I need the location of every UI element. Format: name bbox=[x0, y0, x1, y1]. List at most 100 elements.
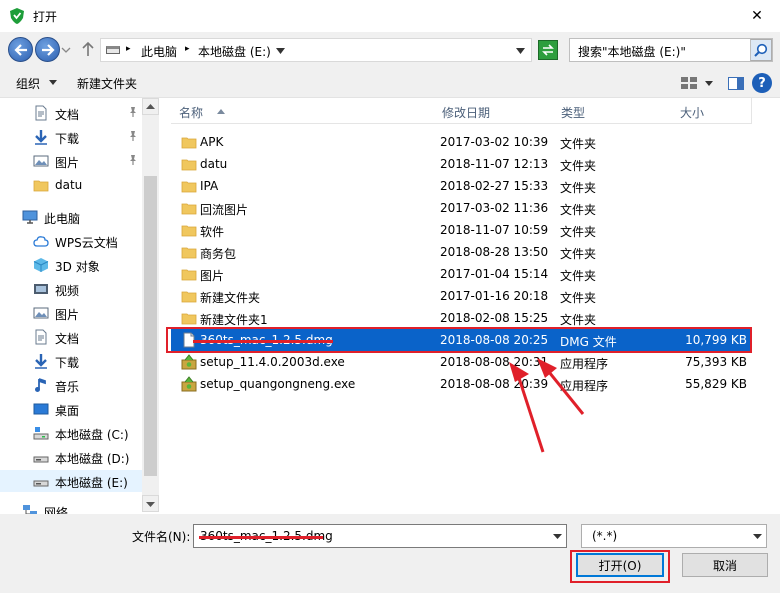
sidebar-item[interactable]: 3D 对象 bbox=[0, 254, 142, 276]
cancel-button[interactable]: 取消 bbox=[682, 553, 768, 577]
preview-pane-icon[interactable] bbox=[728, 77, 744, 90]
chevron-down-icon[interactable] bbox=[61, 45, 71, 55]
folder-icon bbox=[181, 134, 197, 150]
chevron-down-icon bbox=[552, 534, 562, 539]
sidebar-item[interactable]: 视频 bbox=[0, 278, 142, 300]
table-row[interactable]: APK 2017-03-02 10:39 文件夹 bbox=[171, 131, 751, 153]
sidebar-item[interactable]: 文档 bbox=[0, 102, 142, 124]
scroll-down-button[interactable] bbox=[142, 495, 159, 512]
file-size: 55,829 KB bbox=[685, 377, 747, 391]
desktop-icon bbox=[33, 401, 49, 417]
shield-icon bbox=[10, 8, 24, 24]
organize-button[interactable]: 组织 bbox=[16, 75, 40, 92]
music-icon bbox=[33, 377, 49, 393]
file-type: 文件夹 bbox=[560, 291, 597, 305]
table-row[interactable]: 软件 2018-11-07 10:59 文件夹 bbox=[171, 219, 751, 241]
help-icon[interactable]: ? bbox=[752, 73, 772, 93]
filename-history-dropdown[interactable] bbox=[548, 525, 566, 547]
drive-icon bbox=[33, 473, 49, 489]
drive-icon bbox=[33, 449, 49, 465]
sidebar-item[interactable]: WPS云文档 bbox=[0, 230, 142, 252]
address-bar[interactable]: ▸ 此电脑 ▸ 本地磁盘 (E:) bbox=[100, 38, 532, 62]
sidebar-item-label: 文档 bbox=[55, 332, 80, 346]
dialog-footer: 文件名(N): 360ts_mac_1.2.5.dmg (*.*) 打开(O) … bbox=[0, 514, 780, 593]
sidebar-item-label: 图片 bbox=[55, 156, 80, 170]
chevron-down-icon bbox=[146, 501, 155, 507]
table-row[interactable]: setup_11.4.0.2003d.exe 2018-08-08 20:31 应用… bbox=[171, 351, 751, 373]
sidebar-item[interactable]: 文档 bbox=[0, 326, 142, 348]
sidebar-item[interactable]: 桌面 bbox=[0, 398, 142, 420]
chevron-down-icon[interactable] bbox=[49, 79, 57, 86]
navigation-pane: 文档 下载 图片 datu 此电脑 WPS云文档 3D 对象 视频 图片 文档 下载 音乐 桌面 本地磁盘… bbox=[0, 98, 160, 514]
file-name: setup_11.4.0.2003d.exe bbox=[200, 355, 345, 369]
file-type-dropdown[interactable] bbox=[748, 525, 766, 547]
file-name: 新建文件夹1 bbox=[200, 313, 268, 327]
file-modified: 2018-08-08 20:25 bbox=[440, 333, 549, 347]
table-row[interactable]: 新建文件夹 2017-01-16 20:18 文件夹 bbox=[171, 285, 751, 307]
sidebar-item[interactable]: datu bbox=[0, 174, 142, 196]
sidebar-item-label: 文档 bbox=[55, 108, 80, 122]
annotation-strikethrough bbox=[199, 536, 323, 539]
file-name: setup_quangongneng.exe bbox=[200, 377, 356, 391]
forward-button[interactable] bbox=[35, 37, 60, 62]
folder-icon bbox=[181, 178, 197, 194]
scroll-up-button[interactable] bbox=[142, 98, 159, 115]
refresh-button[interactable] bbox=[538, 40, 558, 60]
sidebar-item[interactable]: 下载 bbox=[0, 350, 142, 372]
chevron-down-icon[interactable] bbox=[276, 47, 285, 55]
sidebar-item-label: 图片 bbox=[55, 308, 80, 322]
3d-objects-icon bbox=[33, 257, 49, 273]
folder-icon bbox=[181, 266, 197, 282]
file-type-filter[interactable]: (*.*) bbox=[581, 524, 767, 548]
table-row[interactable]: 商务包 2018-08-28 13:50 文件夹 bbox=[171, 241, 751, 263]
table-row[interactable]: setup_quangongneng.exe 2018-08-08 20:39 应用… bbox=[171, 373, 751, 395]
view-options-icon[interactable] bbox=[681, 77, 697, 89]
sidebar-item[interactable]: 本地磁盘 (E:) bbox=[0, 470, 142, 492]
sidebar-item[interactable]: 图片 bbox=[0, 150, 142, 172]
window-title: 打开 bbox=[33, 10, 58, 24]
search-box[interactable]: 搜索"本地磁盘 (E:)" bbox=[569, 38, 773, 62]
table-row[interactable]: 图片 2017-01-04 15:14 文件夹 bbox=[171, 263, 751, 285]
file-name: IPA bbox=[200, 179, 219, 193]
column-header-size[interactable]: 大小 bbox=[672, 98, 752, 124]
table-row[interactable]: 回流图片 2017-03-02 11:36 文件夹 bbox=[171, 197, 751, 219]
sidebar-item[interactable]: 本地磁盘 (D:) bbox=[0, 446, 142, 468]
breadcrumb-this-pc[interactable]: 此电脑 bbox=[141, 43, 177, 60]
column-header-type[interactable]: 类型 bbox=[553, 98, 673, 124]
sidebar-item[interactable]: 音乐 bbox=[0, 374, 142, 396]
sidebar-item[interactable]: 图片 bbox=[0, 302, 142, 324]
column-header-name[interactable]: 名称 bbox=[171, 98, 435, 124]
file-type: 文件夹 bbox=[560, 137, 597, 151]
file-modified: 2018-11-07 12:13 bbox=[440, 157, 549, 171]
sidebar-item[interactable]: 下载 bbox=[0, 126, 142, 148]
table-row[interactable]: 新建文件夹1 2018-02-08 15:25 文件夹 bbox=[171, 307, 751, 329]
open-button[interactable]: 打开(O) bbox=[576, 553, 664, 577]
navigation-scrollbar[interactable] bbox=[142, 98, 159, 512]
sidebar-item[interactable]: 网络 bbox=[0, 500, 142, 514]
breadcrumb-drive-e[interactable]: 本地磁盘 (E:) bbox=[198, 43, 271, 60]
new-folder-button[interactable]: 新建文件夹 bbox=[77, 75, 137, 92]
video-icon bbox=[33, 281, 49, 297]
sidebar-item-label: 本地磁盘 (D:) bbox=[55, 452, 130, 466]
arrow-right-icon bbox=[41, 43, 55, 56]
pin-icon bbox=[128, 106, 138, 118]
sidebar-item[interactable]: 本地磁盘 (C:) bbox=[0, 422, 142, 444]
sidebar-item-label: 视频 bbox=[55, 284, 80, 298]
close-button[interactable]: ✕ bbox=[734, 0, 780, 32]
sidebar-item-label: 3D 对象 bbox=[55, 260, 100, 274]
cloud-icon bbox=[33, 233, 49, 249]
sidebar-item[interactable]: 此电脑 bbox=[0, 206, 142, 228]
back-button[interactable] bbox=[8, 37, 33, 62]
search-button[interactable] bbox=[750, 39, 772, 61]
breadcrumb-separator[interactable]: ▸ bbox=[185, 44, 190, 54]
column-header-modified[interactable]: 修改日期 bbox=[434, 98, 554, 124]
document-icon bbox=[33, 105, 49, 121]
breadcrumb-separator[interactable]: ▸ bbox=[126, 44, 131, 54]
table-row[interactable]: datu 2018-11-07 12:13 文件夹 bbox=[171, 153, 751, 175]
table-row[interactable]: IPA 2018-02-27 15:33 文件夹 bbox=[171, 175, 751, 197]
chevron-down-icon[interactable] bbox=[705, 80, 713, 87]
chevron-down-icon[interactable] bbox=[516, 47, 525, 55]
sort-ascending-icon bbox=[217, 109, 225, 114]
up-arrow-icon[interactable] bbox=[81, 41, 95, 57]
scroll-thumb[interactable] bbox=[144, 176, 157, 476]
